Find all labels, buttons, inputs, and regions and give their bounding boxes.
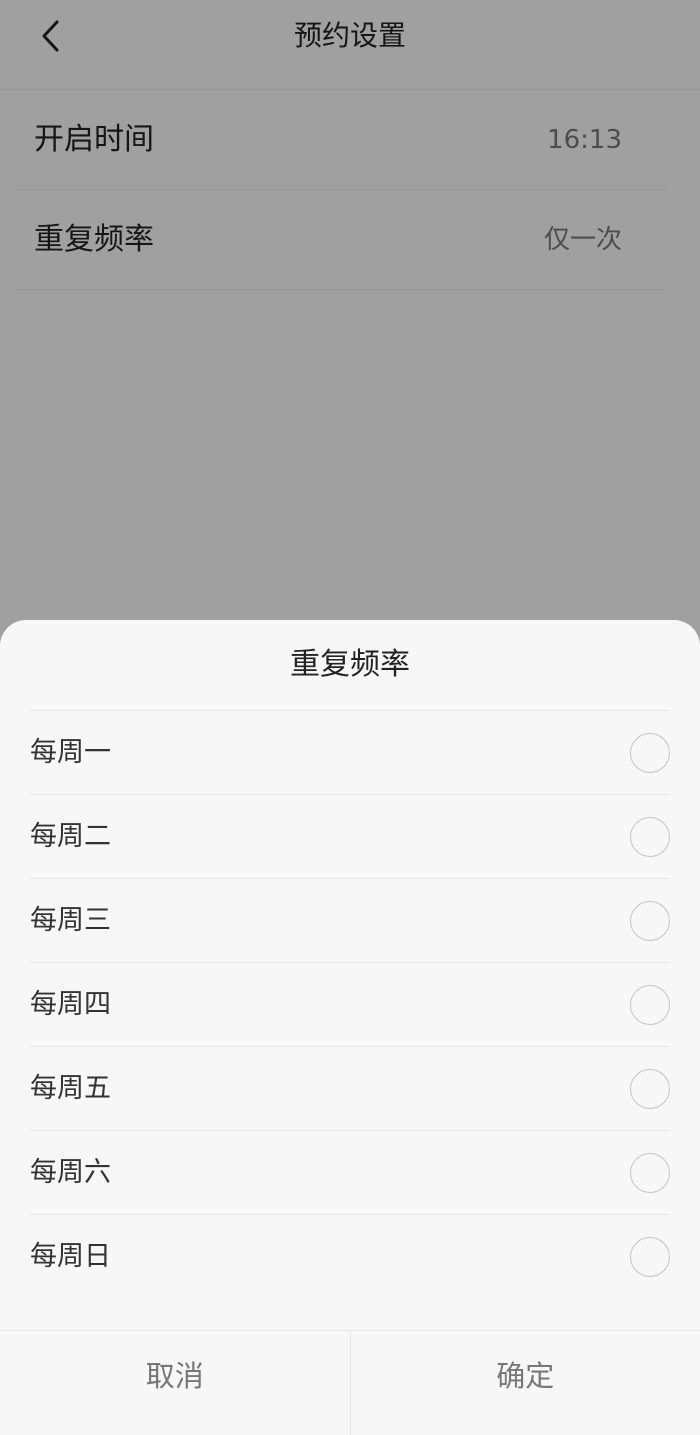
cancel-button[interactable]: 取消	[0, 1331, 351, 1435]
radio-button[interactable]	[630, 901, 670, 941]
option-sunday[interactable]: 每周日	[30, 1214, 670, 1298]
radio-button[interactable]	[630, 1153, 670, 1193]
confirm-button[interactable]: 确定	[351, 1331, 700, 1435]
option-label: 每周日	[30, 1241, 111, 1272]
repeat-frequency-sheet: 重复频率 每周一 每周二 每周三 每周四 每周五 每周六 每周日 取消 确定	[0, 620, 700, 1435]
option-friday[interactable]: 每周五	[30, 1046, 670, 1130]
option-tuesday[interactable]: 每周二	[30, 794, 670, 878]
weekday-option-list: 每周一 每周二 每周三 每周四 每周五 每周六 每周日	[30, 710, 670, 1298]
radio-button[interactable]	[630, 1069, 670, 1109]
option-label: 每周一	[30, 737, 111, 768]
radio-button[interactable]	[630, 733, 670, 773]
option-monday[interactable]: 每周一	[30, 710, 670, 794]
option-wednesday[interactable]: 每周三	[30, 878, 670, 962]
radio-button[interactable]	[630, 817, 670, 857]
option-label: 每周四	[30, 989, 111, 1020]
sheet-title: 重复频率	[290, 647, 410, 682]
sheet-footer: 取消 确定	[0, 1330, 700, 1435]
option-label: 每周二	[30, 821, 111, 852]
option-label: 每周三	[30, 905, 111, 936]
option-saturday[interactable]: 每周六	[30, 1130, 670, 1214]
option-label: 每周六	[30, 1157, 111, 1188]
option-thursday[interactable]: 每周四	[30, 962, 670, 1046]
option-label: 每周五	[30, 1073, 111, 1104]
radio-button[interactable]	[630, 1237, 670, 1277]
radio-button[interactable]	[630, 985, 670, 1025]
